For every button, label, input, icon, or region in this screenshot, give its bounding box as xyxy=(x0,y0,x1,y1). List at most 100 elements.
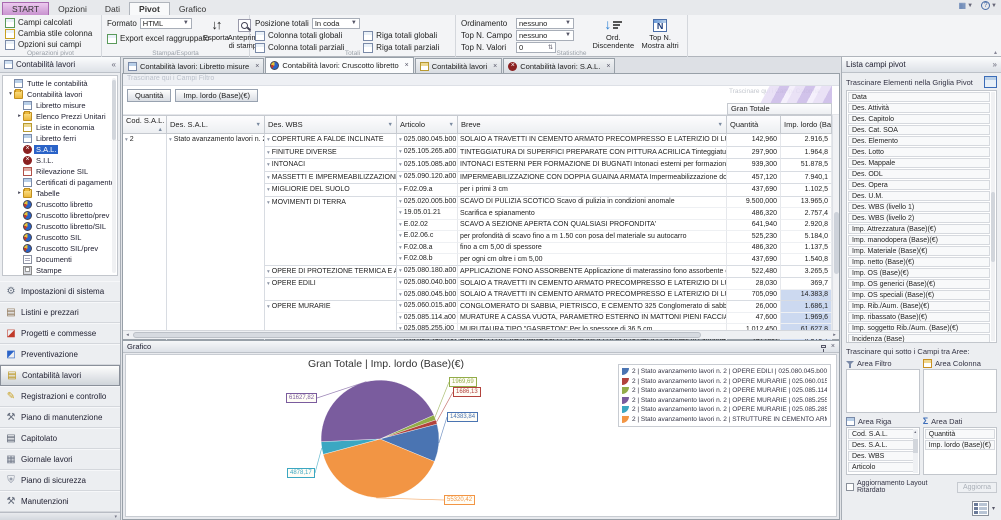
sort-icon[interactable]: ▼ xyxy=(388,122,393,128)
pivot-field-item[interactable]: Des. Attività xyxy=(848,103,990,113)
breve-cell[interactable]: SOLAIO A TRAVETTI IN CEMENTO ARMATO PREC… xyxy=(458,278,727,290)
value-header[interactable]: Quantità xyxy=(727,115,781,134)
quantita-cell[interactable]: 486,320 xyxy=(727,242,781,254)
ribbon-tab-start[interactable]: START xyxy=(2,2,50,15)
pivot-field-item[interactable]: Des. Mappale xyxy=(848,158,990,168)
nav-item-piano-di-manutenzione[interactable]: ⚒ Piano di manutenzione xyxy=(0,407,120,428)
value-header[interactable]: Imp. lordo (Bas... xyxy=(781,115,832,134)
tree-item-cruscotto-sil-prev[interactable]: Cruscotto SIL/prev xyxy=(3,243,117,254)
tree-item-s-i-l-[interactable]: S.I.L. xyxy=(3,155,117,166)
imp-lordo-cell[interactable]: 7.940,1 xyxy=(781,171,832,184)
collapse-ribbon-icon[interactable]: ▴ xyxy=(994,49,997,56)
articolo-cell[interactable]: ▾ 025.105.085.a00 xyxy=(397,159,458,172)
nav-item-contabilit-lavori[interactable]: ▤ Contabilità lavori xyxy=(0,365,120,386)
nav-overflow[interactable]: ▾ xyxy=(0,512,120,520)
pivot-field-item[interactable]: Imp. soggetto Rib./Aum. (Base)(€) xyxy=(848,323,990,333)
pivot-field-item[interactable]: Imp. Materiale (Base)(€) xyxy=(848,246,990,256)
pivot-field-item[interactable]: Des. U.M. xyxy=(848,191,990,201)
collapse-icon[interactable]: ▾ xyxy=(399,280,402,286)
legend-item[interactable]: 2 | Stato avanzamento lavori n. 2 | OPER… xyxy=(622,405,827,415)
column-header-articolo[interactable]: Articolo ▼ xyxy=(397,115,458,134)
operazioni-button[interactable]: Cambia stile colonna xyxy=(5,28,96,39)
collapse-icon[interactable]: ▾ xyxy=(267,137,270,143)
pivot-field-item[interactable]: Imp. Rib./Aum. (Base)(€) xyxy=(848,301,990,311)
collapse-icon[interactable]: ▾ xyxy=(399,222,402,228)
tree-item-tabelle[interactable]: ▸ Tabelle xyxy=(3,187,117,199)
imp-lordo-cell[interactable]: 1.102,5 xyxy=(781,184,832,197)
close-tab-icon[interactable]: × xyxy=(405,62,409,69)
quantita-cell[interactable]: 437,690 xyxy=(727,184,781,197)
collapse-icon[interactable]: ▾ xyxy=(399,162,402,168)
collapse-icon[interactable]: ▾ xyxy=(399,149,402,155)
collapse-icon[interactable]: ▾ xyxy=(267,269,270,275)
scroll-left-icon[interactable]: ◂ xyxy=(123,331,132,339)
des-sal-cell[interactable]: ▾ Stato avanzamento lavori n. 2 xyxy=(167,134,265,360)
formato-select[interactable]: HTML ▼ xyxy=(139,17,192,29)
articolo-cell[interactable]: ▾ 025.080.045.b00 xyxy=(397,289,458,301)
pin-icon[interactable] xyxy=(820,345,826,352)
posizione-totali-combo[interactable]: Posizione totali In coda ▼ xyxy=(255,17,450,29)
area-filtro-box[interactable] xyxy=(846,369,920,413)
quantita-cell[interactable]: 9.500,000 xyxy=(727,196,781,208)
collapse-icon[interactable]: ▾ xyxy=(399,199,402,205)
help-icon[interactable]: ? ▼ xyxy=(981,1,997,10)
expander-icon[interactable]: ▸ xyxy=(16,113,23,119)
grid-horizontal-scrollbar[interactable]: ◂ ▸ xyxy=(123,330,839,339)
cod-sal-cell[interactable]: ▾ 2 xyxy=(123,134,167,360)
wbs-cell[interactable]: ▾ FINITURE DIVERSE xyxy=(265,146,397,159)
legend-item[interactable]: 2 | Stato avanzamento lavori n. 2 | OPER… xyxy=(622,396,827,406)
aggiorna-button[interactable]: Aggiorna xyxy=(956,481,997,493)
nav-item-capitolato[interactable]: ▤ Capitolato xyxy=(0,428,120,449)
doc-tab[interactable]: Contabilità lavori: Libretto misure × xyxy=(123,58,265,73)
grid-vertical-scrollbar[interactable] xyxy=(832,115,839,330)
breve-cell[interactable]: SOLAIO A TRAVETTI IN CEMENTO ARMATO PREC… xyxy=(458,134,727,147)
dati-field-item[interactable]: Imp. lordo (Base)(€) xyxy=(924,440,995,450)
pivot-field-item[interactable]: Imp. manodopera (Base)(€) xyxy=(848,235,990,245)
pivot-field-item[interactable]: Data xyxy=(848,92,990,102)
riga-field-item[interactable]: Des. S.A.L. xyxy=(848,440,918,450)
pivot-field-item[interactable]: Imp. ribassato (Base)(€) xyxy=(848,312,990,322)
imp-lordo-cell[interactable]: 5.184,0 xyxy=(781,231,832,243)
tree-scrollbar[interactable] xyxy=(112,77,116,273)
column-header-des-s-a-l-[interactable]: Des. S.A.L. ▼ xyxy=(167,115,265,134)
tree-item-s-a-l-[interactable]: S.A.L. xyxy=(3,144,117,155)
sort-icon[interactable]: ▲ xyxy=(158,127,163,133)
nav-item-registrazioni-e-controllo[interactable]: ✎ Registrazioni e controllo xyxy=(0,386,120,407)
imp-lordo-cell[interactable]: 3.265,5 xyxy=(781,265,832,278)
sort-icon[interactable]: ▼ xyxy=(718,122,723,128)
pivot-field-item[interactable]: Imp. OS (Base)(€) xyxy=(848,268,990,278)
ribbon-tab-dati[interactable]: Dati xyxy=(96,3,129,15)
collapse-icon[interactable]: ▾ xyxy=(267,187,270,193)
articolo-cell[interactable]: ▾ 025.060.015.a00 xyxy=(397,301,458,313)
breve-cell[interactable]: per profondità di scavo fino a m 1.50 co… xyxy=(458,231,727,243)
tree-item-libretto-ferri[interactable]: Libretto ferri xyxy=(3,133,117,144)
collapse-icon[interactable]: ▾ xyxy=(267,175,270,181)
close-tab-icon[interactable]: × xyxy=(493,63,497,70)
quantita-cell[interactable]: 939,300 xyxy=(727,159,781,172)
imp-lordo-cell[interactable]: 2.916,5 xyxy=(781,134,832,147)
nav-item-preventivazione[interactable]: ◩ Preventivazione xyxy=(0,344,120,365)
collapse-icon[interactable]: ▾ xyxy=(125,137,128,143)
tree-item-cruscotto-libretto-prev[interactable]: Cruscotto libretto/prev xyxy=(3,210,117,221)
expander-icon[interactable]: ▸ xyxy=(16,190,23,196)
filter-drop-zone[interactable]: Trascinare qui i Campi Filtro xyxy=(123,74,839,86)
field-list-scrollbar[interactable] xyxy=(991,92,995,341)
wbs-cell[interactable]: ▾ MOVIMENTI DI TERRA xyxy=(265,196,397,266)
breve-cell[interactable]: fino a cm 5,00 di spessore xyxy=(458,242,727,254)
combo-select[interactable]: nessuno ▼ xyxy=(516,17,574,29)
collapse-icon[interactable]: ▾ xyxy=(399,210,402,216)
quantita-cell[interactable]: 522,480 xyxy=(727,265,781,278)
scroll-thumb[interactable] xyxy=(133,332,701,338)
articolo-cell[interactable]: ▾ 025.080.045.b00 xyxy=(397,134,458,147)
articolo-cell[interactable]: ▾ 025.105.265.a00 xyxy=(397,146,458,159)
quantita-cell[interactable]: 705,090 xyxy=(727,289,781,301)
collapse-icon[interactable]: ▾ xyxy=(169,137,172,143)
formato-combo[interactable]: Formato HTML ▼ xyxy=(107,17,203,29)
legend-item[interactable]: 2 | Stato avanzamento lavori n. 2 | OPER… xyxy=(622,386,827,396)
imp-lordo-cell[interactable]: 369,7 xyxy=(781,278,832,290)
sort-icon[interactable]: ▼ xyxy=(449,122,454,128)
nav-item-giornale-lavori[interactable]: ▦ Giornale lavori xyxy=(0,449,120,470)
breve-cell[interactable]: INTONACI ESTERNI PER FORMAZIONE DI BUGNA… xyxy=(458,159,727,172)
pivot-field-item[interactable]: Des. Cat. SOA xyxy=(848,125,990,135)
doc-tab[interactable]: Contabilità lavori: S.A.L. × xyxy=(503,58,616,73)
